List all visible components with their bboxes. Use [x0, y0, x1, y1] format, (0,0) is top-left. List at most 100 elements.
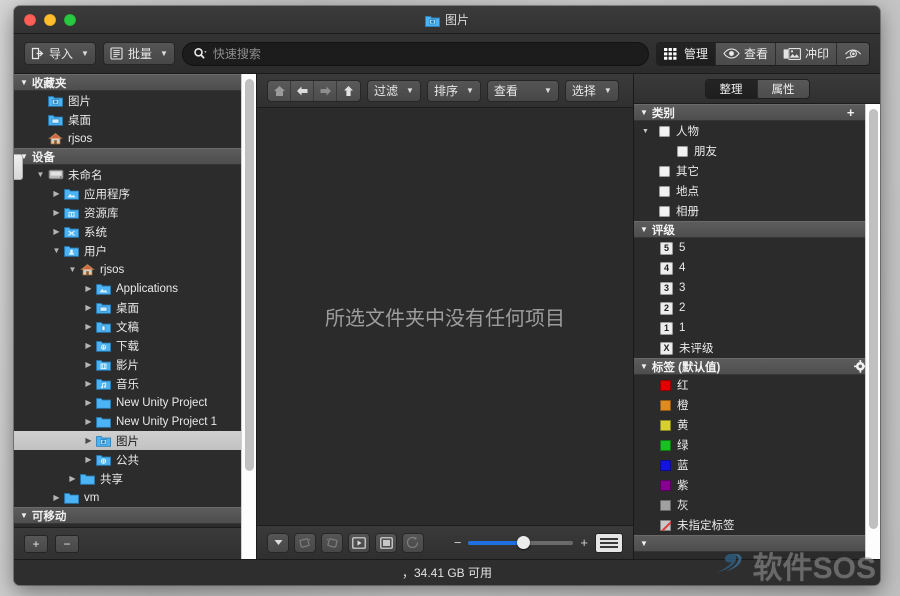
- panel-section-header[interactable]: ▼ 评级: [634, 221, 880, 238]
- forward-button[interactable]: [314, 80, 337, 101]
- add-source-button[interactable]: +: [24, 534, 48, 553]
- category-row[interactable]: 朋友: [634, 141, 880, 161]
- sort-menu[interactable]: 排序 ▼: [426, 79, 481, 102]
- tree-item[interactable]: ▶ Applications: [14, 279, 256, 298]
- tree-item[interactable]: 桌面: [14, 110, 256, 129]
- rating-row[interactable]: 44: [634, 258, 880, 278]
- mode-print[interactable]: 冲印: [775, 42, 837, 65]
- organize-list[interactable]: ▼类别+−▼人物朋友其它地点相册▼评级5544332211X未评级▼标签 (默认…: [634, 104, 880, 559]
- disclosure-triangle-icon[interactable]: ▶: [82, 436, 95, 445]
- category-checkbox[interactable]: [677, 145, 688, 157]
- rating-row[interactable]: 11: [634, 318, 880, 338]
- sidebar-scrollbar[interactable]: [241, 74, 256, 559]
- label-swatch[interactable]: [660, 419, 671, 431]
- label-row[interactable]: 未指定标签: [634, 515, 880, 535]
- category-checkbox[interactable]: [659, 125, 670, 137]
- zoom-out-button[interactable]: −: [454, 535, 462, 550]
- label-row[interactable]: 蓝: [634, 455, 880, 475]
- panel-section-header-partial[interactable]: ▼: [634, 535, 880, 552]
- disclosure-triangle-icon[interactable]: ▶: [82, 360, 95, 369]
- options-button[interactable]: [267, 532, 289, 553]
- category-row[interactable]: 其它: [634, 161, 880, 181]
- disclosure-triangle-icon[interactable]: ▶: [82, 303, 95, 312]
- disclosure-triangle-icon[interactable]: ▼: [66, 265, 79, 274]
- disclosure-triangle-icon[interactable]: ▶: [66, 474, 79, 483]
- zoom-slider-knob[interactable]: [517, 536, 530, 549]
- label-row[interactable]: 黄: [634, 415, 880, 435]
- label-swatch[interactable]: [660, 379, 671, 391]
- category-row[interactable]: ▼ 人物: [634, 121, 880, 141]
- label-swatch[interactable]: [660, 459, 671, 471]
- folder-tree[interactable]: ▼ 收藏夹 图片 桌面 rjsos ▼ 设备 ▼ 未命名 ▶ 应用程序 ▶ 资源库 ▶ 系统 ▼ 用户 ▼ rjso…: [14, 74, 256, 527]
- tree-item[interactable]: 图片: [14, 91, 256, 110]
- back-button[interactable]: [291, 80, 314, 101]
- disclosure-triangle-icon[interactable]: ▼: [34, 170, 47, 179]
- tree-item[interactable]: ▶ 共享: [14, 469, 256, 488]
- tree-item-selected[interactable]: ▶ 图片: [14, 431, 256, 450]
- list-view-button[interactable]: [595, 532, 623, 553]
- mode-manage[interactable]: 管理: [656, 42, 716, 65]
- tree-item[interactable]: ▶ New Unity Project 1: [14, 412, 256, 431]
- thumbnail-canvas[interactable]: 所选文件夹中没有任何项目: [257, 108, 633, 525]
- remove-source-button[interactable]: −: [55, 534, 79, 553]
- mode-view[interactable]: 查看: [715, 42, 776, 65]
- label-swatch[interactable]: [660, 399, 671, 411]
- zoom-slider[interactable]: [468, 536, 574, 549]
- label-swatch[interactable]: [660, 499, 671, 511]
- disclosure-triangle-icon[interactable]: ▶: [82, 379, 95, 388]
- panel-section-header[interactable]: ▼类别+−: [634, 104, 880, 121]
- label-swatch[interactable]: [660, 479, 671, 491]
- zoom-in-button[interactable]: +: [580, 535, 588, 550]
- disclosure-triangle-icon[interactable]: ▶: [50, 493, 63, 502]
- label-row[interactable]: 紫: [634, 475, 880, 495]
- sidebar-group-header[interactable]: ▼ 可移动: [14, 507, 256, 524]
- category-row[interactable]: 相册: [634, 201, 880, 221]
- sidebar-edge-handle[interactable]: [14, 154, 23, 180]
- disclosure-triangle-icon[interactable]: ▶: [82, 417, 95, 426]
- panel-scrollbar-thumb[interactable]: [869, 109, 878, 529]
- category-row[interactable]: 地点: [634, 181, 880, 201]
- fullscreen-button[interactable]: [375, 532, 397, 553]
- disclosure-triangle-icon[interactable]: ▶: [82, 322, 95, 331]
- home-button[interactable]: [268, 80, 291, 101]
- tree-item[interactable]: rjsos: [14, 129, 256, 148]
- select-menu[interactable]: 选择 ▼: [564, 79, 619, 102]
- disclosure-triangle-icon[interactable]: ▶: [82, 455, 95, 464]
- tree-item[interactable]: ▶ 音乐: [14, 374, 256, 393]
- tree-item[interactable]: ▶ 桌面: [14, 298, 256, 317]
- search-input[interactable]: 快速搜索: [181, 41, 649, 66]
- filter-menu[interactable]: 过滤 ▼: [367, 79, 421, 102]
- tree-item[interactable]: ▶ New Unity Project: [14, 393, 256, 412]
- sidebar-scrollbar-thumb[interactable]: [245, 79, 254, 471]
- rating-row[interactable]: 33: [634, 278, 880, 298]
- tree-item[interactable]: ▶ 资源库: [14, 203, 256, 222]
- sidebar-group-header[interactable]: ▼ 设备: [14, 148, 256, 165]
- tree-item[interactable]: ▼ 未命名: [14, 165, 256, 184]
- label-swatch[interactable]: [660, 439, 671, 451]
- category-checkbox[interactable]: [659, 165, 670, 177]
- batch-button[interactable]: 批量 ▼: [102, 42, 175, 65]
- category-checkbox[interactable]: [659, 185, 670, 197]
- rating-row[interactable]: 55: [634, 238, 880, 258]
- label-row[interactable]: 橙: [634, 395, 880, 415]
- label-row[interactable]: 灰: [634, 495, 880, 515]
- tab-organize[interactable]: 整理: [705, 79, 758, 98]
- tree-item[interactable]: ▶ 系统: [14, 222, 256, 241]
- disclosure-triangle-icon[interactable]: ▼: [642, 128, 653, 135]
- tree-item[interactable]: ▶ 公共: [14, 450, 256, 469]
- import-button[interactable]: 导入 ▼: [24, 42, 96, 65]
- sidebar-group-header[interactable]: ▼ 收藏夹: [14, 74, 256, 91]
- disclosure-triangle-icon[interactable]: ▼: [50, 246, 63, 255]
- up-button[interactable]: [337, 81, 360, 101]
- panel-section-header[interactable]: ▼标签 (默认值)▾: [634, 358, 880, 375]
- label-swatch-none[interactable]: [660, 519, 671, 531]
- rating-row[interactable]: 22: [634, 298, 880, 318]
- disclosure-triangle-icon[interactable]: ▶: [50, 208, 63, 217]
- label-row[interactable]: 绿: [634, 435, 880, 455]
- section-action-add-button[interactable]: +: [847, 106, 855, 119]
- disclosure-triangle-icon[interactable]: ▶: [82, 284, 95, 293]
- disclosure-triangle-icon[interactable]: ▶: [82, 398, 95, 407]
- slideshow-button[interactable]: [348, 532, 370, 553]
- tree-item[interactable]: ▶ 下载: [14, 336, 256, 355]
- rotate-right-button[interactable]: [321, 532, 343, 553]
